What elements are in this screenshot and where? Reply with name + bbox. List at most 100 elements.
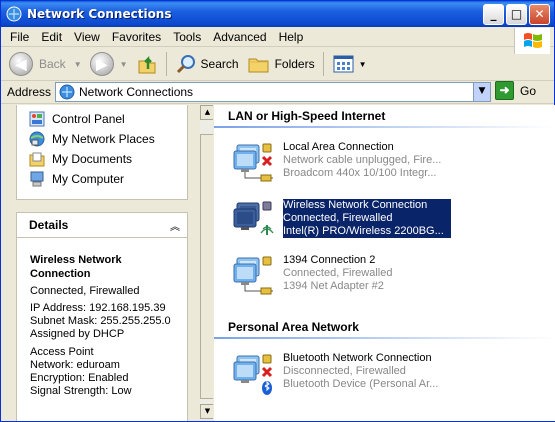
folders-button[interactable]: Folders — [243, 49, 319, 79]
connection-name: Local Area Connection — [283, 141, 394, 153]
connection-text: Local Area Connection Network cable unpl… — [283, 141, 451, 180]
menu-view[interactable]: View — [68, 30, 106, 44]
link-my-computer[interactable]: My Computer — [29, 171, 124, 187]
folders-icon — [248, 58, 269, 73]
menu-edit[interactable]: Edit — [35, 30, 68, 44]
window: Network Connections _ □ ✕ File Edit View… — [0, 0, 555, 422]
back-label: Back — [39, 57, 66, 71]
scroll-down-button[interactable]: ▼ — [200, 404, 213, 419]
menu-advanced[interactable]: Advanced — [207, 30, 272, 44]
details-mask: Subnet Mask: 255.255.255.0 — [30, 315, 171, 327]
toolbar-separator-2 — [322, 52, 324, 76]
details-name-1: Wireless Network — [30, 254, 122, 266]
connection-device: 1394 Net Adapter #2 — [283, 280, 384, 292]
link-my-documents[interactable]: My Documents — [29, 151, 132, 167]
address-label: Address — [7, 85, 52, 99]
address-dropdown-icon[interactable]: ▼ — [473, 83, 490, 101]
menu-file[interactable]: File — [1, 30, 35, 44]
minimize-button[interactable]: _ — [483, 4, 504, 25]
scroll-up-button[interactable]: ▲ — [200, 105, 213, 120]
network-disconnected-icon — [233, 143, 273, 182]
connection-text: 1394 Connection 2 Connected, Firewalled … — [283, 254, 451, 293]
other-places-panel: Control Panel My Network Places My Docum… — [16, 105, 188, 200]
bluetooth-connection-icon — [233, 354, 273, 395]
network-connections-icon — [6, 6, 22, 22]
connection-status: Disconnected, Firewalled — [283, 365, 406, 377]
wireless-connection-icon — [233, 201, 274, 235]
group-title-lan: LAN or High-Speed Internet — [228, 109, 386, 123]
back-dropdown-icon[interactable]: ▼ — [74, 60, 82, 69]
connection-status: Connected, Firewalled — [283, 267, 393, 279]
search-button[interactable]: Search — [171, 49, 243, 79]
details-network: Network: eduroam — [30, 359, 120, 371]
network-places-icon — [29, 131, 45, 147]
connections-view: LAN or High-Speed Internet Local Area Co… — [214, 105, 555, 421]
up-folder-button[interactable] — [132, 49, 162, 79]
my-computer-icon — [30, 171, 44, 187]
title-bar[interactable]: Network Connections _ □ ✕ — [1, 1, 554, 27]
views-dropdown-icon[interactable]: ▼ — [359, 60, 367, 69]
search-label: Search — [200, 57, 239, 71]
connection-status: Network cable unplugged, Fire... — [283, 154, 442, 166]
control-panel-icon — [29, 111, 45, 127]
connection-text: Wireless Network Connection Connected, F… — [283, 199, 451, 238]
link-my-network-places[interactable]: My Network Places — [29, 131, 155, 147]
connection-name: 1394 Connection 2 — [283, 254, 376, 266]
details-title: Details — [29, 218, 69, 232]
details-signal: Signal Strength: Low — [30, 385, 132, 397]
back-button[interactable]: ◀ Back ▼ — [5, 49, 86, 79]
task-pane-scrollbar[interactable]: ▲ ▼ — [200, 105, 213, 421]
details-assigned: Assigned by DHCP — [30, 328, 125, 340]
task-pane-inner: Control Panel My Network Places My Docum… — [2, 105, 200, 421]
menu-bar: File Edit View Favorites Tools Advanced … — [1, 27, 554, 54]
link-label: My Computer — [52, 172, 125, 186]
menu-tools[interactable]: Tools — [167, 30, 207, 44]
connection-wireless[interactable]: Wireless Network Connection Connected, F… — [233, 199, 543, 239]
connection-device: Bluetooth Device (Personal Ar... — [283, 378, 439, 390]
views-button[interactable]: ▼ — [328, 49, 371, 79]
connection-bluetooth[interactable]: Bluetooth Network Connection Disconnecte… — [233, 352, 543, 395]
go-label: Go — [520, 83, 537, 98]
task-pane: Control Panel My Network Places My Docum… — [2, 105, 213, 421]
details-status: Connected, Firewalled — [30, 285, 140, 297]
toolbar: ◀ Back ▼ ▶ ▼ Search Folders ▼ — [1, 48, 554, 81]
address-bar: Address Network Connections ▼ ➜ Go — [1, 81, 554, 104]
connection-status: Connected, Firewalled — [283, 212, 393, 224]
views-icon — [333, 55, 354, 73]
my-documents-icon — [29, 152, 45, 167]
link-control-panel[interactable]: Control Panel — [29, 111, 125, 127]
details-ip: IP Address: 192.168.195.39 — [30, 302, 166, 314]
forward-dropdown-icon[interactable]: ▼ — [120, 60, 128, 69]
forward-button[interactable]: ▶ ▼ — [86, 49, 132, 79]
group-divider — [214, 126, 555, 128]
window-title: Network Connections — [27, 7, 172, 21]
collapse-chevron-icon[interactable]: ︽ — [170, 218, 180, 233]
connection-device: Intel(R) PRO/Wireless 2200BG... — [283, 225, 444, 237]
group-title-pan: Personal Area Network — [228, 320, 359, 334]
go-button[interactable]: ➜ Go — [495, 81, 536, 100]
menu-help[interactable]: Help — [273, 30, 310, 44]
connection-name: Bluetooth Network Connection — [283, 352, 432, 364]
details-ap: Access Point — [30, 346, 94, 358]
search-icon — [176, 55, 195, 74]
maximize-button[interactable]: □ — [506, 4, 527, 25]
address-input[interactable]: Network Connections ▼ — [55, 82, 491, 102]
toolbar-separator — [165, 52, 167, 76]
menu-favorites[interactable]: Favorites — [106, 30, 167, 44]
details-panel: Wireless Network Connection Connected, F… — [16, 237, 188, 421]
link-label: My Documents — [52, 152, 133, 166]
close-button[interactable]: ✕ — [529, 4, 550, 25]
link-label: My Network Places — [52, 132, 155, 146]
up-folder-icon — [138, 55, 156, 74]
connection-local-area[interactable]: Local Area Connection Network cable unpl… — [233, 141, 543, 182]
network-connection-icon — [233, 256, 273, 295]
network-connections-icon — [59, 84, 75, 100]
scroll-thumb[interactable] — [200, 134, 213, 399]
folders-label: Folders — [274, 57, 315, 71]
group-divider — [214, 337, 555, 339]
connection-1394[interactable]: 1394 Connection 2 Connected, Firewalled … — [233, 254, 543, 295]
forward-arrow-icon: ▶ — [89, 52, 114, 76]
details-header[interactable]: Details ︽ — [16, 212, 188, 237]
connection-device: Broadcom 440x 10/100 Integr... — [283, 167, 437, 179]
details-encryption: Encryption: Enabled — [30, 372, 129, 384]
